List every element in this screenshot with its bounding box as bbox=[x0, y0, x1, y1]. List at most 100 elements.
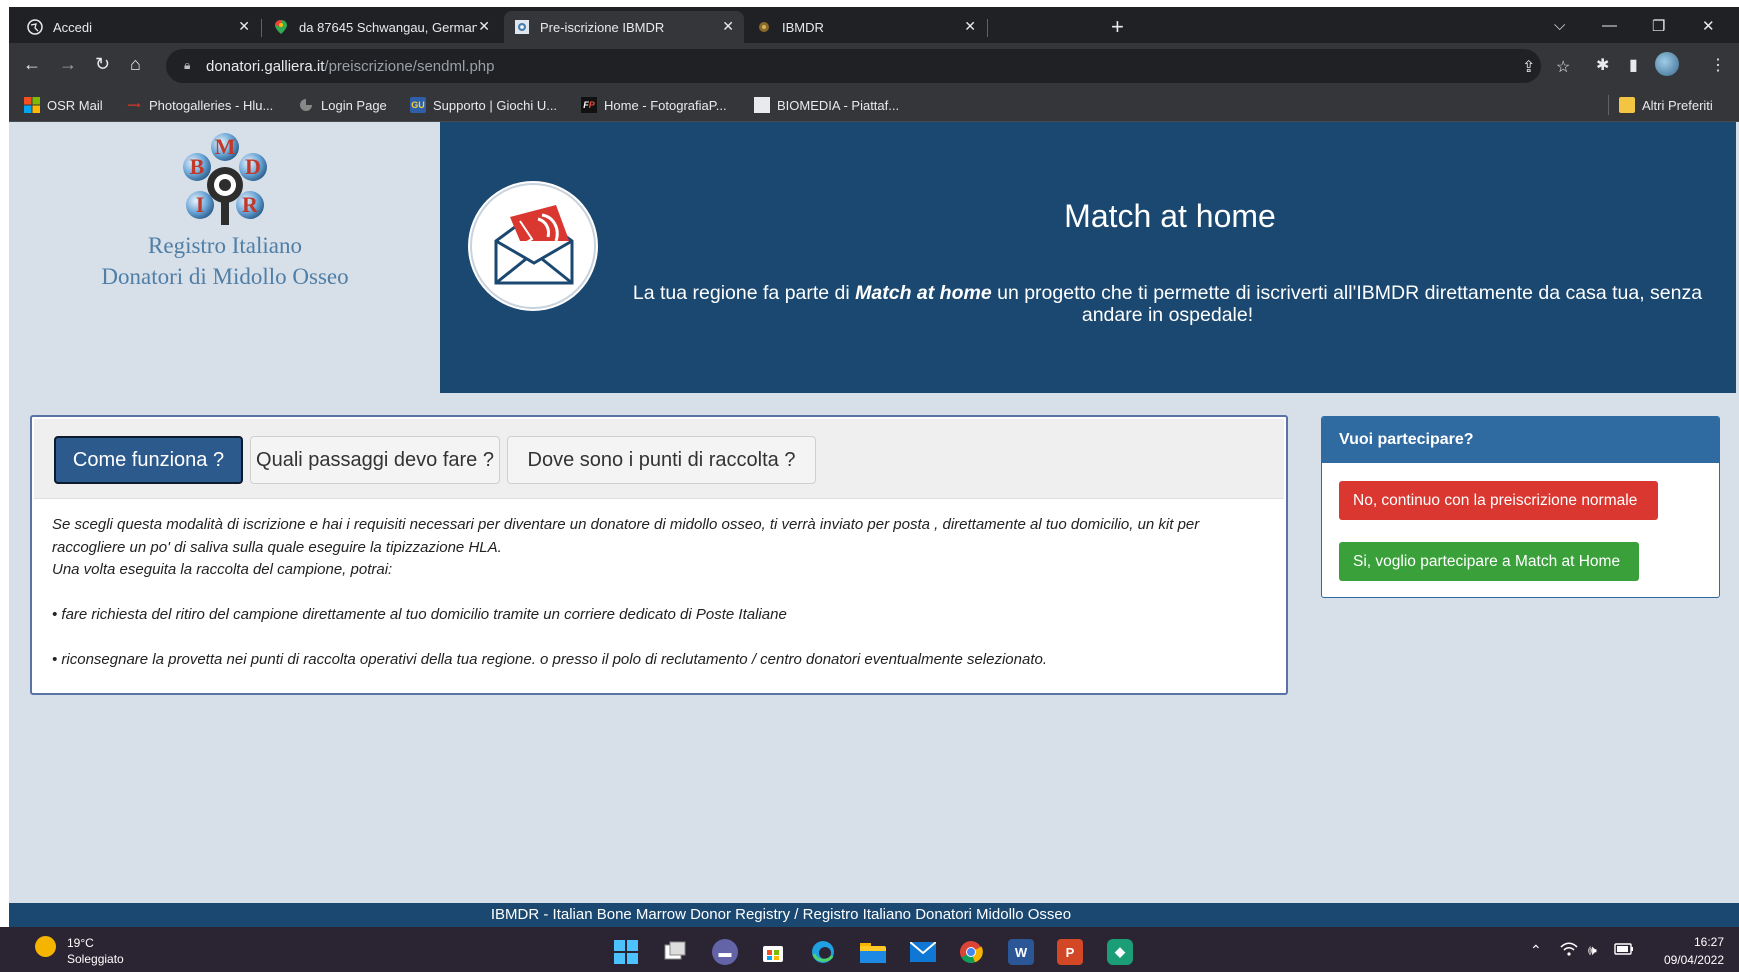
logo-letter: D bbox=[245, 154, 261, 179]
folder-icon bbox=[1619, 97, 1635, 113]
logo-letter: R bbox=[242, 192, 259, 217]
info-tabs: Come funziona ? Quali passaggi devo fare… bbox=[34, 419, 1284, 499]
close-icon[interactable]: ✕ bbox=[964, 18, 976, 35]
screen: Accedi ✕ da 87645 Schwangau, Germania ✕ … bbox=[0, 0, 1739, 972]
bookmark-label: Login Page bbox=[321, 97, 387, 113]
logo-line-1: Registro Italiano bbox=[148, 233, 302, 258]
battery-icon[interactable] bbox=[1614, 942, 1634, 959]
menu-kebab-icon[interactable]: ⋮ bbox=[1710, 55, 1726, 75]
list-item: • riconsegnare la provetta nei punti di … bbox=[52, 651, 1048, 668]
tab-quali-passaggi[interactable]: Quali passaggi devo fare ? bbox=[250, 436, 500, 484]
bookmark-label: Altri Preferiti bbox=[1642, 97, 1713, 113]
continue-normal-button[interactable]: No, continuo con la preiscrizione normal… bbox=[1339, 481, 1658, 520]
side-panel-icon[interactable]: ▮ bbox=[1629, 55, 1638, 75]
share-icon[interactable]: ⇪ bbox=[1522, 57, 1535, 77]
task-view-icon[interactable] bbox=[662, 939, 688, 965]
bookmark-fotografiap[interactable]: FP Home - FotografiaP... bbox=[581, 97, 727, 113]
browser-tab-accedi[interactable]: Accedi ✕ bbox=[17, 11, 260, 43]
globe-icon bbox=[27, 19, 43, 35]
browser-tab-preiscrizione[interactable]: Pre-iscrizione IBMDR ✕ bbox=[504, 11, 744, 43]
weather-widget[interactable]: 19°C Soleggiato bbox=[67, 935, 124, 967]
url-text[interactable]: donatori.galliera.it/preiscrizione/sendm… bbox=[206, 58, 495, 75]
photogalleries-icon: ⟿ bbox=[127, 99, 141, 110]
temperature: 19°C bbox=[67, 936, 94, 950]
wifi-icon[interactable] bbox=[1560, 942, 1578, 959]
other-bookmarks-folder[interactable]: Altri Preferiti bbox=[1619, 97, 1713, 113]
bookmark-biomedia[interactable]: BIOMEDIA - Piattaf... bbox=[754, 97, 899, 113]
logo-letter: B bbox=[190, 154, 205, 179]
home-icon[interactable]: ⌂ bbox=[130, 55, 141, 73]
maps-pin-icon bbox=[273, 19, 289, 35]
logo-letter: I bbox=[196, 192, 205, 217]
banner-title: Match at home bbox=[1064, 198, 1276, 234]
browser-tab-strip: Accedi ✕ da 87645 Schwangau, Germania ✕ … bbox=[9, 7, 1739, 43]
close-icon[interactable]: ✕ bbox=[238, 18, 250, 35]
login-page-icon bbox=[298, 97, 314, 113]
clock-date: 09/04/2022 bbox=[1663, 953, 1724, 967]
tab-come-funziona[interactable]: Come funziona ? bbox=[54, 436, 243, 484]
tab-content: Se scegli questa modalità di iscrizione … bbox=[52, 514, 1267, 672]
bookmark-label: BIOMEDIA - Piattaf... bbox=[777, 97, 900, 113]
address-bar[interactable]: 🔒︎ donatori.galliera.it/preiscrizione/se… bbox=[166, 49, 1570, 83]
store-icon[interactable] bbox=[760, 939, 786, 965]
minimize-button[interactable]: — bbox=[1602, 17, 1617, 34]
bookmark-label: Photogalleries - Hlu... bbox=[149, 97, 274, 113]
page-icon bbox=[754, 97, 770, 113]
tab-search-chevron-icon[interactable]: ⌵ bbox=[1554, 17, 1565, 34]
teams-chat-icon[interactable]: ▬ bbox=[712, 939, 738, 965]
fp-logo-icon: FP bbox=[581, 97, 597, 113]
sun-icon[interactable] bbox=[35, 936, 56, 957]
volume-icon[interactable]: 🕪︎ bbox=[1588, 942, 1597, 959]
tab-label: Pre-iscrizione IBMDR bbox=[540, 19, 665, 35]
close-icon[interactable]: ✕ bbox=[722, 18, 734, 35]
paragraph: Se scegli questa modalità di iscrizione … bbox=[52, 516, 1200, 556]
weather-condition: Soleggiato bbox=[67, 952, 124, 966]
footer-text: IBMDR - Italian Bone Marrow Donor Regist… bbox=[490, 906, 1072, 923]
bookmark-label: Home - FotografiaP... bbox=[604, 97, 727, 113]
info-panel: Come funziona ? Quali passaggi devo fare… bbox=[30, 415, 1288, 695]
restore-button[interactable]: ❐ bbox=[1652, 17, 1665, 35]
bookmark-login-page[interactable]: Login Page bbox=[298, 97, 387, 113]
tab-label: Come funziona ? bbox=[72, 448, 225, 471]
tab-label: da 87645 Schwangau, Germania bbox=[299, 19, 477, 35]
bookmark-osr-mail[interactable]: OSR Mail bbox=[24, 97, 103, 113]
gu-logo-icon: GU bbox=[410, 97, 426, 113]
browser-tab-maps[interactable]: da 87645 Schwangau, Germania ✕ bbox=[263, 11, 500, 43]
word-icon[interactable]: W bbox=[1008, 939, 1034, 965]
chrome-icon[interactable] bbox=[958, 939, 984, 965]
lock-icon: 🔒︎ bbox=[184, 58, 191, 72]
tab-label: Quali passaggi devo fare ? bbox=[256, 448, 494, 471]
envelope-icon bbox=[468, 181, 598, 311]
forward-arrow-icon[interactable]: → bbox=[59, 55, 77, 73]
bookmark-supporto-giochi[interactable]: GU Supporto | Giochi U... bbox=[410, 97, 557, 113]
edge-icon[interactable] bbox=[810, 939, 836, 965]
logo-caption: Registro Italiano Donatori di Midollo Os… bbox=[70, 230, 380, 292]
close-icon[interactable]: ✕ bbox=[478, 18, 490, 35]
browser-tab-ibmdr[interactable]: IBMDR ✕ bbox=[746, 11, 986, 43]
bookmark-star-icon[interactable]: ☆ bbox=[1556, 57, 1570, 77]
mail-icon[interactable] bbox=[910, 939, 936, 965]
tab-label: Dove sono i punti di raccolta ? bbox=[527, 448, 796, 471]
participate-title: Vuoi partecipare? bbox=[1322, 417, 1719, 463]
file-explorer-icon[interactable] bbox=[860, 939, 886, 965]
bookmark-label: OSR Mail bbox=[47, 97, 103, 113]
back-arrow-icon[interactable]: ← bbox=[23, 55, 41, 73]
reload-icon[interactable]: ↻ bbox=[95, 55, 110, 73]
banner-description: La tua regione fa parte di Match at home… bbox=[632, 282, 1703, 326]
close-window-button[interactable]: ✕ bbox=[1702, 17, 1715, 35]
participate-panel: Vuoi partecipare? No, continuo con la pr… bbox=[1321, 416, 1720, 598]
logo-line-2: Donatori di Midollo Osseo bbox=[101, 264, 349, 289]
profile-avatar[interactable] bbox=[1655, 52, 1679, 76]
ibmdr-favicon-icon bbox=[756, 19, 772, 35]
app-shield-icon[interactable]: ◆ bbox=[1107, 939, 1133, 965]
tab-punti-raccolta[interactable]: Dove sono i punti di raccolta ? bbox=[507, 436, 816, 484]
extensions-puzzle-icon[interactable]: ✱ bbox=[1596, 55, 1609, 75]
bookmark-photogalleries[interactable]: ⟿ Photogalleries - Hlu... bbox=[126, 97, 274, 113]
tray-chevron-icon[interactable]: ⌃ bbox=[1530, 942, 1542, 959]
windows-start-icon[interactable] bbox=[613, 939, 639, 965]
powerpoint-icon[interactable]: P bbox=[1057, 939, 1083, 965]
system-clock[interactable]: 16:27 09/04/2022 bbox=[1644, 933, 1724, 969]
new-tab-button[interactable]: + bbox=[1111, 16, 1124, 38]
join-match-at-home-button[interactable]: Si, voglio partecipare a Match at Home bbox=[1339, 542, 1639, 581]
browser-toolbar: ← → ↻ ⌂ 🔒︎ donatori.galliera.it/preiscri… bbox=[9, 43, 1739, 89]
